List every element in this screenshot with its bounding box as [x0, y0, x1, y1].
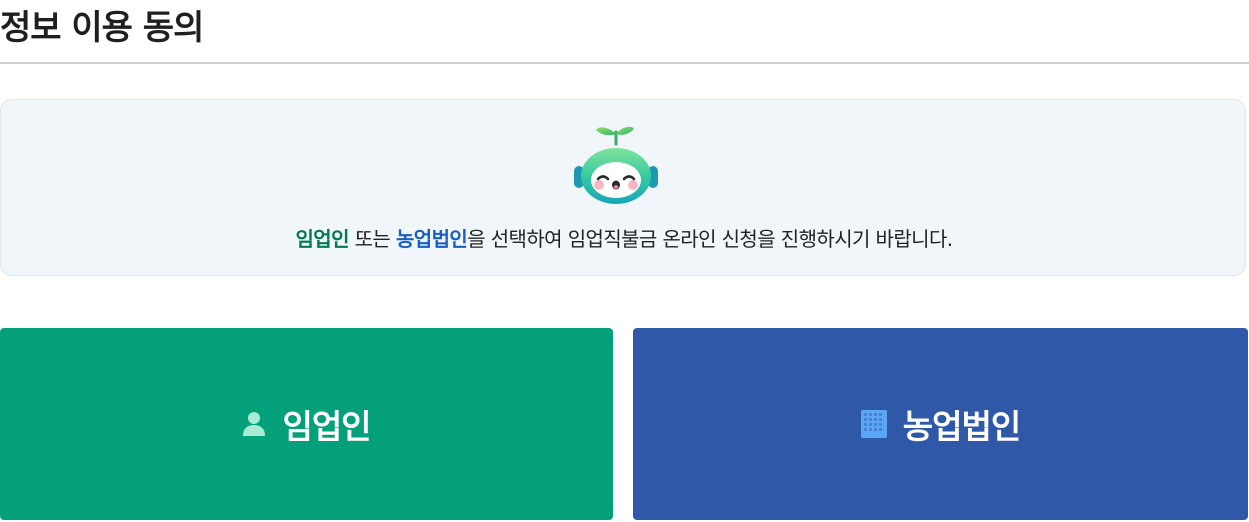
notice-text-connector: 또는	[348, 227, 396, 251]
title-divider	[0, 62, 1249, 64]
page-title: 정보 이용 동의	[0, 8, 204, 48]
notice-box: 임업인 또는 농업법인을 선택하여 임업직불금 온라인 신청을 진행하시기 바랍…	[0, 99, 1246, 276]
notice-text-instruction: 을 선택하여 임업직불금 온라인 신청을 진행하시기 바랍니다.	[467, 227, 953, 251]
agricultural-corporation-button[interactable]: 농업법인	[633, 328, 1248, 520]
notice-highlight-corporation: 농업법인	[396, 227, 468, 251]
individual-forester-label: 임업인	[282, 407, 371, 446]
sprout-robot-mascot-icon	[572, 122, 660, 204]
building-icon	[860, 410, 887, 438]
notice-message: 임업인 또는 농업법인을 선택하여 임업직불금 온라인 신청을 진행하시기 바랍…	[1, 224, 1247, 254]
agricultural-corporation-label: 농업법인	[902, 407, 1021, 446]
person-icon	[242, 411, 266, 437]
notice-highlight-individual: 임업인	[295, 227, 349, 251]
individual-forester-button[interactable]: 임업인	[0, 328, 613, 520]
